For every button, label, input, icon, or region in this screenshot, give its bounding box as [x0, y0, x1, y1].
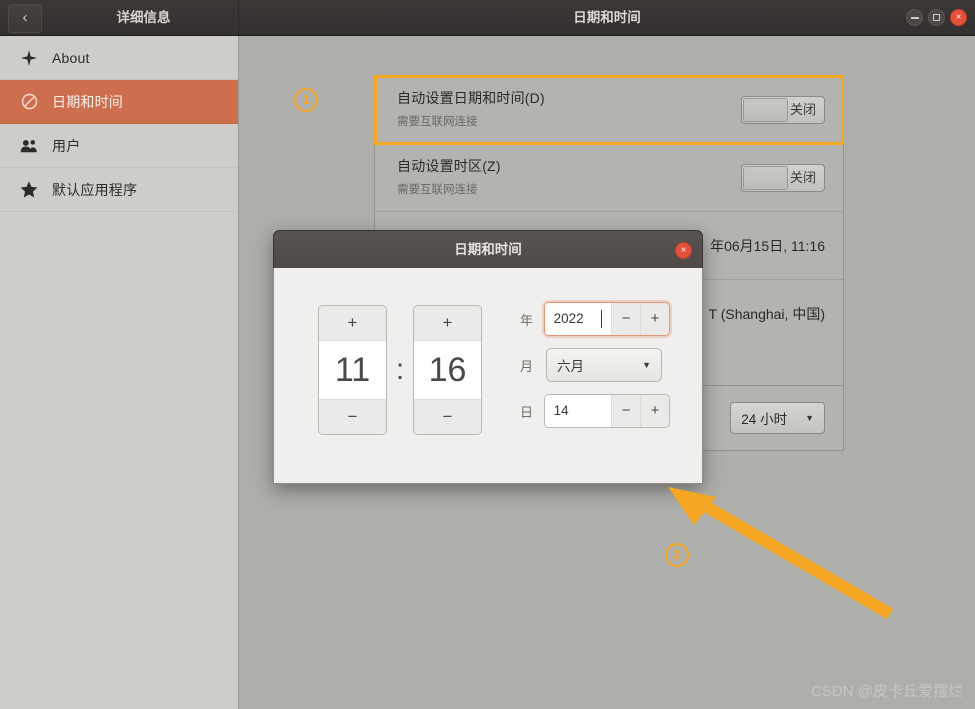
datetime-dialog: 日期和时间 × + 11 − : + 16 − 年 2022 − + 月 六月 …: [273, 230, 703, 484]
sidebar-item-about-label: About: [52, 49, 90, 66]
users-icon: [18, 138, 40, 154]
year-field[interactable]: 2022 − +: [543, 302, 670, 336]
date-fields: 年 2022 − + 月 六月 ▼ 日 14 − +: [520, 302, 670, 440]
time-spinners: + 11 − : + 16 −: [318, 305, 482, 435]
day-label: 日: [520, 404, 534, 420]
row-auto-timezone[interactable]: 自动设置时区(Z) 需要互联网连接 关闭: [375, 144, 843, 212]
auto-timezone-toggle[interactable]: 关闭: [741, 163, 825, 192]
star-icon: [18, 181, 40, 198]
dialog-body: + 11 − : + 16 − 年 2022 − + 月 六月 ▼ 日 14 −…: [273, 268, 703, 484]
minimize-button[interactable]: [906, 9, 923, 26]
maximize-button[interactable]: [928, 9, 945, 26]
clock-icon: [18, 93, 40, 110]
day-decrement-button[interactable]: −: [611, 395, 641, 427]
row-datetime-value: 年06月15日, 11:16: [710, 237, 825, 254]
dialog-close-button[interactable]: ×: [675, 242, 692, 259]
auto-datetime-toggle[interactable]: 关闭: [741, 95, 825, 124]
annotation-marker-1: 1: [294, 88, 318, 112]
sparkle-icon: [18, 49, 40, 66]
settings-window: ‹ 详细信息 日期和时间 × About 日期和时间 用户 默认应用程序 自动设…: [0, 0, 975, 709]
time-format-combo[interactable]: 24 小时 ▼: [730, 402, 825, 434]
toggle-knob: [743, 97, 788, 122]
year-input[interactable]: 2022: [544, 303, 612, 335]
day-increment-button[interactable]: +: [640, 395, 669, 427]
auto-datetime-toggle-label: 关闭: [789, 101, 816, 117]
hour-spinner[interactable]: + 11 −: [318, 305, 387, 435]
month-select[interactable]: 六月 ▼: [546, 348, 662, 382]
year-decrement-button[interactable]: −: [611, 303, 641, 335]
minute-increment-button[interactable]: +: [414, 306, 481, 341]
month-row: 月 六月 ▼: [520, 348, 670, 382]
sidebar-item-datetime[interactable]: 日期和时间: [0, 80, 238, 124]
day-input[interactable]: 14: [544, 395, 612, 427]
minimize-icon: [910, 17, 919, 19]
sidebar-item-datetime-label: 日期和时间: [52, 93, 123, 110]
year-label: 年: [520, 312, 534, 328]
window-titlebar: ‹ 详细信息 日期和时间 ×: [0, 0, 975, 36]
hour-decrement-button[interactable]: −: [319, 399, 386, 434]
sidebar-item-users-label: 用户: [52, 137, 81, 154]
month-select-value: 六月: [557, 359, 584, 374]
minute-decrement-button[interactable]: −: [414, 399, 481, 434]
watermark-text: CSDN @皮卡丘爱摆烂: [811, 683, 963, 700]
close-button[interactable]: ×: [950, 9, 967, 26]
toggle-knob: [743, 165, 788, 190]
maximize-icon: [933, 13, 940, 21]
sidebar-item-default-apps[interactable]: 默认应用程序: [0, 168, 238, 212]
titlebar-left-section: ‹ 详细信息: [0, 0, 239, 35]
year-increment-button[interactable]: +: [640, 303, 669, 335]
sidebar-item-about[interactable]: About: [0, 36, 238, 80]
dialog-title: 日期和时间: [454, 242, 522, 257]
annotation-marker-2: 2: [665, 543, 689, 567]
dialog-titlebar: 日期和时间 ×: [273, 230, 703, 268]
year-row: 年 2022 − +: [520, 302, 670, 336]
chevron-left-icon: ‹: [22, 9, 28, 26]
row-auto-datetime[interactable]: 自动设置日期和时间(D) 需要互联网连接 关闭: [374, 75, 844, 145]
month-label: 月: [520, 358, 534, 374]
day-field[interactable]: 14 − +: [543, 394, 670, 428]
auto-timezone-toggle-label: 关闭: [789, 169, 816, 185]
panel-title: 详细信息: [116, 10, 171, 25]
minute-value[interactable]: 16: [414, 341, 481, 399]
sidebar: About 日期和时间 用户 默认应用程序: [0, 36, 239, 709]
back-button[interactable]: ‹: [8, 4, 42, 33]
chevron-down-icon: ▼: [642, 360, 651, 370]
row-timezone-value: T (Shanghai, 中国): [708, 306, 825, 322]
window-controls: ×: [906, 9, 967, 26]
chevron-down-icon: ▼: [805, 413, 814, 423]
time-format-combo-value: 24 小时: [741, 412, 788, 427]
day-row: 日 14 − +: [520, 394, 670, 428]
hour-value[interactable]: 11: [319, 341, 386, 399]
sidebar-item-default-apps-label: 默认应用程序: [52, 181, 138, 198]
time-colon-separator: :: [395, 353, 405, 386]
window-title: 日期和时间: [573, 10, 641, 25]
minute-spinner[interactable]: + 16 −: [413, 305, 482, 435]
sidebar-item-users[interactable]: 用户: [0, 124, 238, 168]
hour-increment-button[interactable]: +: [319, 306, 386, 341]
